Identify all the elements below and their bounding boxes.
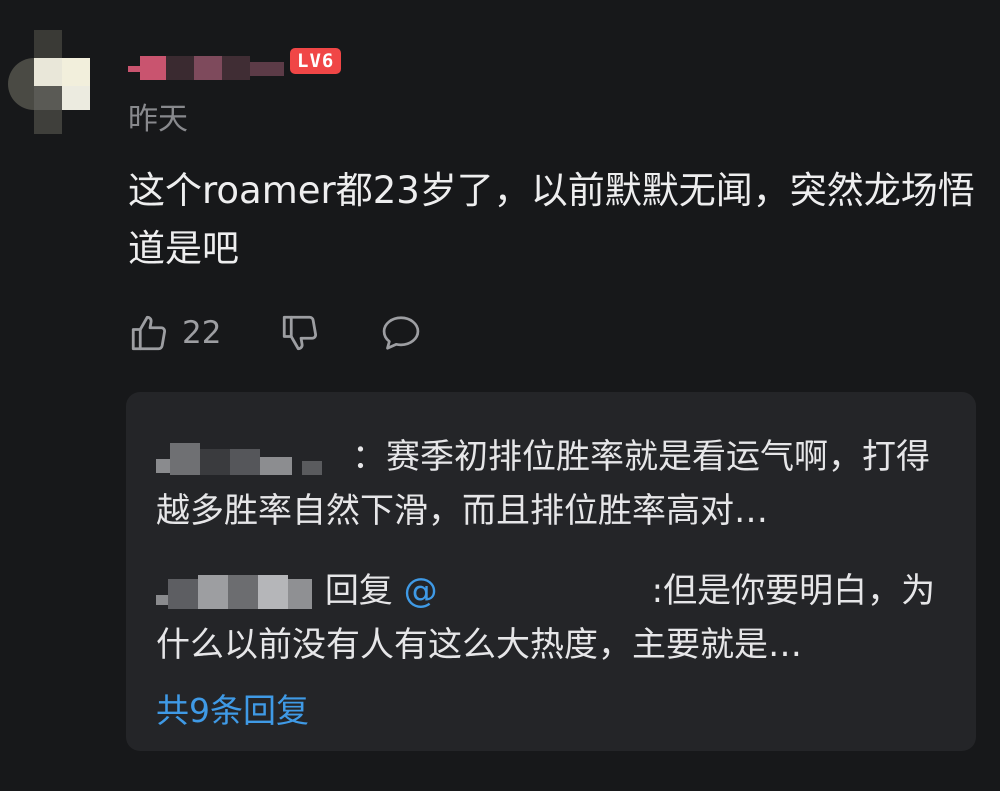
reply-item[interactable]: 回复 @ :但是你要明白，为什么以前没有人有这么大热度，主要就是… xyxy=(156,564,956,672)
reply-to-label: 回复 xyxy=(324,571,393,611)
reply-item[interactable]: ：赛季初排位胜率就是看运气啊，打得越多胜率自然下滑，而且排位胜率高对… xyxy=(156,430,956,538)
thumbs-down-icon xyxy=(279,312,321,354)
like-button[interactable]: 22 xyxy=(128,312,221,354)
comment-actions: 22 xyxy=(128,308,423,358)
replies-panel: ：赛季初排位胜率就是看运气啊，打得越多胜率自然下滑，而且排位胜率高对… 回复 @… xyxy=(126,392,976,751)
reply-button[interactable] xyxy=(379,312,423,354)
level-badge: LV6 xyxy=(290,48,342,74)
avatar[interactable] xyxy=(8,30,92,134)
comment-text: 这个roamer都23岁了，以前默默无闻，突然龙场悟道是吧 xyxy=(128,169,975,270)
mention-link[interactable]: @ xyxy=(404,571,652,611)
dislike-button[interactable] xyxy=(279,312,321,354)
username-mosaic[interactable] xyxy=(128,52,288,82)
comment-timestamp: 昨天 xyxy=(128,102,188,137)
reply-author-mosaic[interactable] xyxy=(156,573,314,613)
thumbs-up-icon xyxy=(128,312,170,354)
reply-author-mosaic[interactable] xyxy=(156,439,352,479)
like-count: 22 xyxy=(182,315,222,351)
comment-bubble-icon xyxy=(379,312,423,354)
mention-user-mosaic xyxy=(438,573,652,613)
mention-at-symbol: @ xyxy=(403,571,438,611)
view-all-replies-link[interactable]: 共9条回复 xyxy=(156,684,309,732)
